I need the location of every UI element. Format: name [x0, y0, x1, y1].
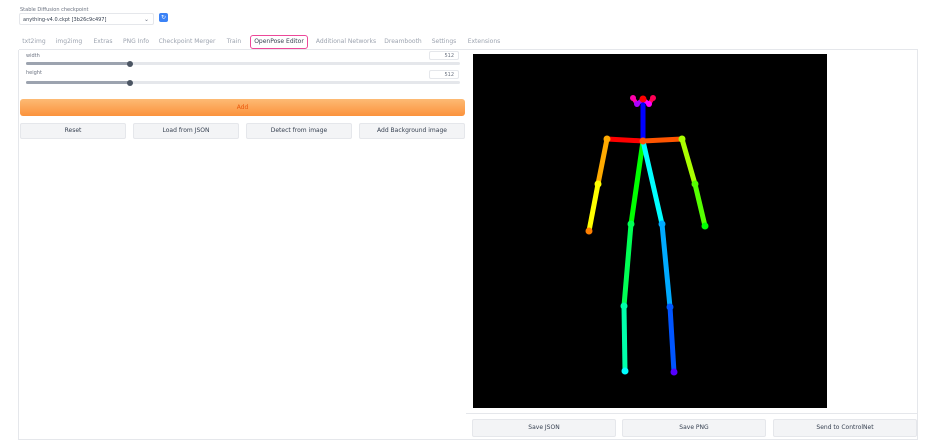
height-input[interactable]: 512	[429, 70, 459, 79]
left-eye-joint[interactable]	[646, 101, 652, 107]
right-eye-joint[interactable]	[634, 101, 640, 107]
tab-txt2img[interactable]: txt2img	[19, 35, 49, 49]
left-hip-joint[interactable]	[658, 220, 666, 228]
right-hip-joint[interactable]	[627, 220, 635, 228]
preview-divider	[466, 413, 918, 414]
checkpoint-value: anything-v4.0.ckpt [3b26c9c497]	[23, 17, 107, 23]
right-upper-arm-limb	[595, 138, 610, 185]
detect-from-image-button[interactable]: Detect from image	[246, 123, 352, 139]
width-slider-track	[26, 62, 460, 65]
tab-openpose-editor[interactable]: OpenPose Editor	[250, 35, 308, 49]
left-forearm-limb	[692, 183, 708, 227]
neck-joint[interactable]	[639, 137, 647, 145]
nose-joint[interactable]	[639, 95, 647, 103]
tab-train[interactable]: Train	[223, 35, 245, 49]
tab-img2img[interactable]: img2img	[52, 35, 86, 49]
left-thigh-limb	[659, 223, 673, 308]
tab-checkpoint-merger[interactable]: Checkpoint Merger	[156, 35, 218, 49]
reset-button[interactable]: Reset	[20, 123, 126, 139]
load-from-json-button[interactable]: Load from JSON	[133, 123, 239, 139]
left-shoulder-joint[interactable]	[678, 135, 686, 143]
width-slider[interactable]	[26, 60, 460, 67]
right-elbow-joint[interactable]	[594, 180, 602, 188]
right-torso-limb	[628, 140, 646, 225]
height-slider[interactable]	[26, 79, 460, 86]
tab-extras[interactable]: Extras	[90, 35, 116, 49]
tab-dreambooth[interactable]: Dreambooth	[383, 35, 423, 49]
height-label: height	[26, 70, 42, 76]
left-ankle-joint[interactable]	[670, 368, 678, 376]
pose-skeleton	[585, 95, 709, 376]
save-json-button[interactable]: Save JSON	[472, 419, 616, 437]
left-wrist-joint[interactable]	[701, 222, 709, 230]
add-background-image-button[interactable]: Add Background image	[359, 123, 465, 139]
right-thigh-limb	[621, 223, 634, 307]
width-input[interactable]: 512	[429, 51, 459, 60]
checkpoint-select[interactable]: anything-v4.0.ckpt [3b26c9c497] ⌄	[19, 13, 154, 25]
pose-canvas[interactable]	[473, 54, 827, 408]
refresh-icon: ↻	[160, 14, 167, 21]
right-wrist-joint[interactable]	[585, 227, 593, 235]
left-torso-limb	[640, 140, 665, 225]
right-shin-limb	[621, 305, 628, 372]
add-button[interactable]: Add	[20, 99, 465, 116]
save-png-button[interactable]: Save PNG	[622, 419, 766, 437]
tab-additional-networks[interactable]: Additional Networks	[313, 35, 379, 49]
left-ear-joint[interactable]	[650, 95, 656, 101]
chevron-down-icon: ⌄	[143, 16, 149, 23]
tab-settings[interactable]: Settings	[429, 35, 459, 49]
tab-extensions[interactable]: Extensions	[465, 35, 503, 49]
left-shoulder-limb	[642, 136, 683, 144]
width-label: width	[26, 53, 40, 59]
height-slider-thumb[interactable]	[127, 79, 134, 86]
right-shoulder-limb	[606, 136, 644, 144]
left-upper-arm-limb	[679, 138, 698, 185]
height-slider-fill	[26, 81, 131, 84]
left-knee-joint[interactable]	[666, 303, 674, 311]
right-ear-joint[interactable]	[630, 95, 636, 101]
refresh-checkpoint-button[interactable]: ↻	[159, 13, 168, 22]
right-shoulder-joint[interactable]	[603, 135, 611, 143]
width-slider-fill	[26, 62, 131, 65]
left-elbow-joint[interactable]	[691, 180, 699, 188]
right-ankle-joint[interactable]	[621, 367, 629, 375]
height-slider-track	[26, 81, 460, 84]
width-slider-thumb[interactable]	[127, 60, 134, 67]
right-knee-joint[interactable]	[620, 302, 628, 310]
tab-png-info[interactable]: PNG Info	[120, 35, 152, 49]
right-forearm-limb	[586, 183, 601, 232]
left-shin-limb	[667, 306, 677, 373]
send-to-controlnet-button[interactable]: Send to ControlNet	[773, 419, 917, 437]
